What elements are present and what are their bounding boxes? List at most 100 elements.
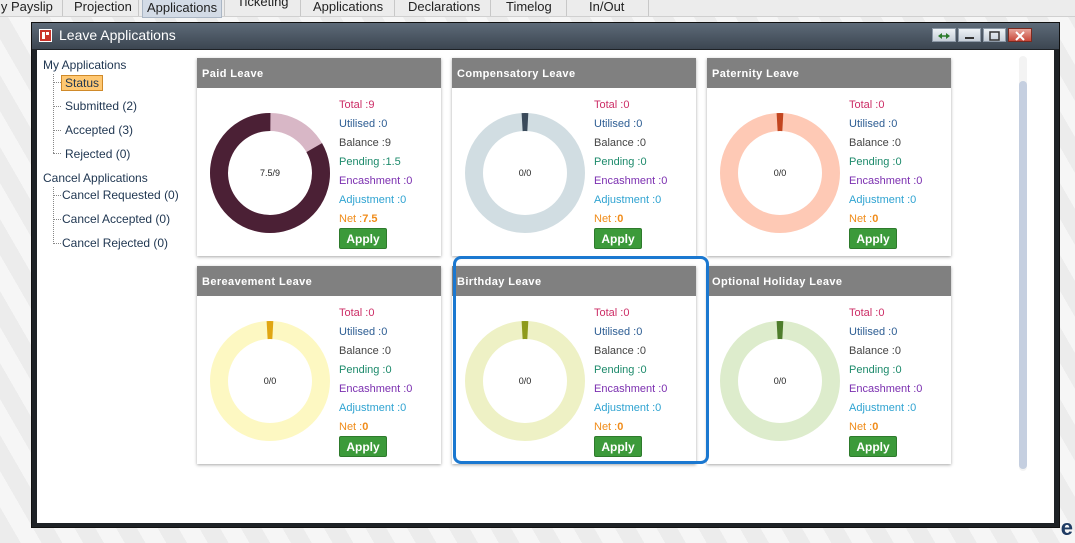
nav-tab-ticketing[interactable]: Ticketing [237,0,289,11]
leave-card-compensatory-leave: Compensatory Leave 0/0 Total :0 Utilised :0… [452,58,696,256]
maximize-icon[interactable] [983,28,1006,42]
leave-ratio-label: 0/0 [518,168,532,178]
stat-encashment: Encashment :0 [849,172,922,191]
stat-value: 0 [617,213,624,225]
stat-label: Balance : [594,137,640,149]
nav-tab-declarations[interactable]: Declarations [408,0,480,16]
stat-label: Balance : [339,345,385,357]
stat-label: Balance : [339,137,385,149]
stat-balance: Balance :0 [849,342,922,361]
stat-utilised: Utilised :0 [339,323,412,342]
stat-total: Total :0 [849,96,922,115]
birthday-leave-highlight [453,256,709,464]
minimize-icon[interactable] [958,28,981,42]
stat-encashment: Encashment :0 [339,380,412,399]
tree-item-submitted[interactable]: Submitted (2) [65,99,137,113]
close-icon[interactable] [1008,28,1032,42]
stat-adjustment: Adjustment :0 [339,191,412,210]
stat-value: 0 [910,402,917,414]
apply-button[interactable]: Apply [339,436,387,457]
tree-group-cancel-applications[interactable]: Cancel Applications [43,171,148,185]
stat-label: Pending : [849,364,896,376]
stat-value: 0 [368,307,375,319]
stat-label: Adjustment : [339,402,401,414]
apply-button[interactable]: Apply [594,228,642,249]
tree-item-cancel-accepted[interactable]: Cancel Accepted (0) [62,212,170,226]
dialog-title: Leave Applications [59,27,176,43]
stat-pending: Pending :0 [339,361,412,380]
stat-pending: Pending :0 [849,361,922,380]
stat-value: 0 [910,194,917,206]
stat-net: Net :0 [339,418,412,437]
stat-utilised: Utilised :0 [594,115,667,134]
leave-ratio-label: 7.5/9 [259,168,281,178]
stat-label: Encashment : [594,175,662,187]
nav-separator [138,0,139,16]
stat-label: Total : [594,99,624,111]
apply-button[interactable]: Apply [339,228,387,249]
nav-tab-in-out[interactable]: In/Out [589,0,624,16]
stat-net: Net :0 [594,210,667,229]
leave-ratio-label: 0/0 [773,376,787,386]
tree-connector [53,130,61,131]
tree-item-status[interactable]: Status [61,75,104,91]
leave-card-paternity-leave: Paternity Leave 0/0 Total :0 Utilised :0 Bal… [707,58,951,256]
apply-button[interactable]: Apply [849,228,897,249]
tree-item-accepted[interactable]: Accepted (3) [65,123,133,137]
tree-connector [53,153,61,154]
stat-value: 0 [623,99,630,111]
stat-adjustment: Adjustment :0 [849,191,922,210]
leave-card-paid-leave: Paid Leave 7.5/9 Total :9 Utilised :0 Balanc… [197,58,441,256]
stat-label: Balance : [849,345,895,357]
tree-item-cancel-requested[interactable]: Cancel Requested (0) [62,188,179,202]
stat-value: 0 [362,421,369,433]
tree-connector [53,82,61,83]
stat-label: Net : [849,213,873,225]
stat-value: 0 [639,137,646,149]
nav-tab-applications[interactable]: Applications [142,0,223,18]
stat-value: 0 [400,402,407,414]
nav-separator [224,0,225,16]
tree-connector [53,243,61,244]
nav-tab-applications-2[interactable]: Applications [313,0,383,16]
stat-encashment: Encashment :0 [594,172,667,191]
stat-label: Utilised : [849,326,892,338]
leave-card-title: Optional Holiday Leave [707,266,951,296]
restore-arrows-icon[interactable] [932,28,956,42]
stat-value: 0 [878,99,885,111]
stat-total: Total :9 [339,96,412,115]
stat-label: Utilised : [339,326,382,338]
tree-group-my-applications[interactable]: My Applications [43,58,126,72]
stat-balance: Balance :0 [339,342,412,361]
nav-tab-payslip[interactable]: My Payslip [0,0,53,16]
stat-label: Utilised : [339,118,382,130]
stat-pending: Pending :0 [594,153,667,172]
stat-balance: Balance :9 [339,134,412,153]
dialog-titlebar[interactable]: Leave Applications [32,23,1059,49]
stat-value: 0 [872,421,879,433]
nav-tab-timelog[interactable]: Timelog [506,0,552,16]
stat-net: Net :0 [849,210,922,229]
stat-value: 0 [872,213,879,225]
stat-value: 0 [636,118,643,130]
nav-separator [394,0,395,16]
stat-balance: Balance :0 [594,134,667,153]
nav-tab-projection[interactable]: Projection [74,0,132,16]
stat-value: 0 [640,156,647,168]
stat-value: 0 [891,118,898,130]
vertical-scrollbar[interactable] [1019,56,1027,471]
stat-pending: Pending :1.5 [339,153,412,172]
stat-label: Total : [849,99,879,111]
tree-item-cancel-rejected[interactable]: Cancel Rejected (0) [62,236,168,250]
leave-stats: Total :9 Utilised :0 Balance :9 Pending :1.… [339,96,412,229]
apply-button[interactable]: Apply [849,436,897,457]
stat-value: 0 [381,118,388,130]
leave-stats: Total :0 Utilised :0 Balance :0 Pending :0 E… [339,304,412,437]
scrollbar-thumb[interactable] [1019,81,1027,469]
stat-balance: Balance :0 [849,134,922,153]
stat-label: Pending : [849,156,896,168]
tree-item-rejected[interactable]: Rejected (0) [65,147,130,161]
stat-label: Adjustment : [339,194,401,206]
stat-total: Total :0 [849,304,922,323]
stat-label: Pending : [339,156,386,168]
